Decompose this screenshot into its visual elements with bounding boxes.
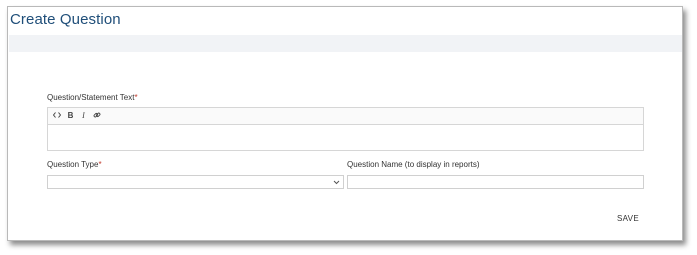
- question-text-label: Question/Statement Text*: [47, 93, 138, 102]
- italic-button[interactable]: I: [79, 110, 88, 121]
- page-title: Create Question: [10, 11, 121, 28]
- save-button[interactable]: SAVE: [617, 214, 639, 223]
- question-text-label-text: Question/Statement Text: [47, 93, 135, 102]
- required-marker: *: [98, 160, 102, 169]
- question-name-label: Question Name (to display in reports): [347, 160, 480, 169]
- question-text-editor[interactable]: B I: [47, 107, 644, 151]
- link-icon[interactable]: [92, 110, 102, 121]
- question-name-input[interactable]: [347, 175, 644, 189]
- chevron-down-icon: [333, 177, 340, 188]
- code-icon[interactable]: [52, 110, 62, 121]
- header-band: [9, 35, 682, 52]
- question-type-label: Question Type*: [47, 160, 102, 169]
- question-type-select[interactable]: [47, 175, 344, 189]
- create-question-panel: Create Question Question/Statement Text*…: [7, 6, 683, 241]
- required-marker: *: [134, 93, 138, 102]
- question-type-label-text: Question Type: [47, 160, 99, 169]
- editor-toolbar: B I: [48, 108, 643, 125]
- editor-content-area[interactable]: [48, 125, 643, 150]
- bold-button[interactable]: B: [66, 110, 75, 121]
